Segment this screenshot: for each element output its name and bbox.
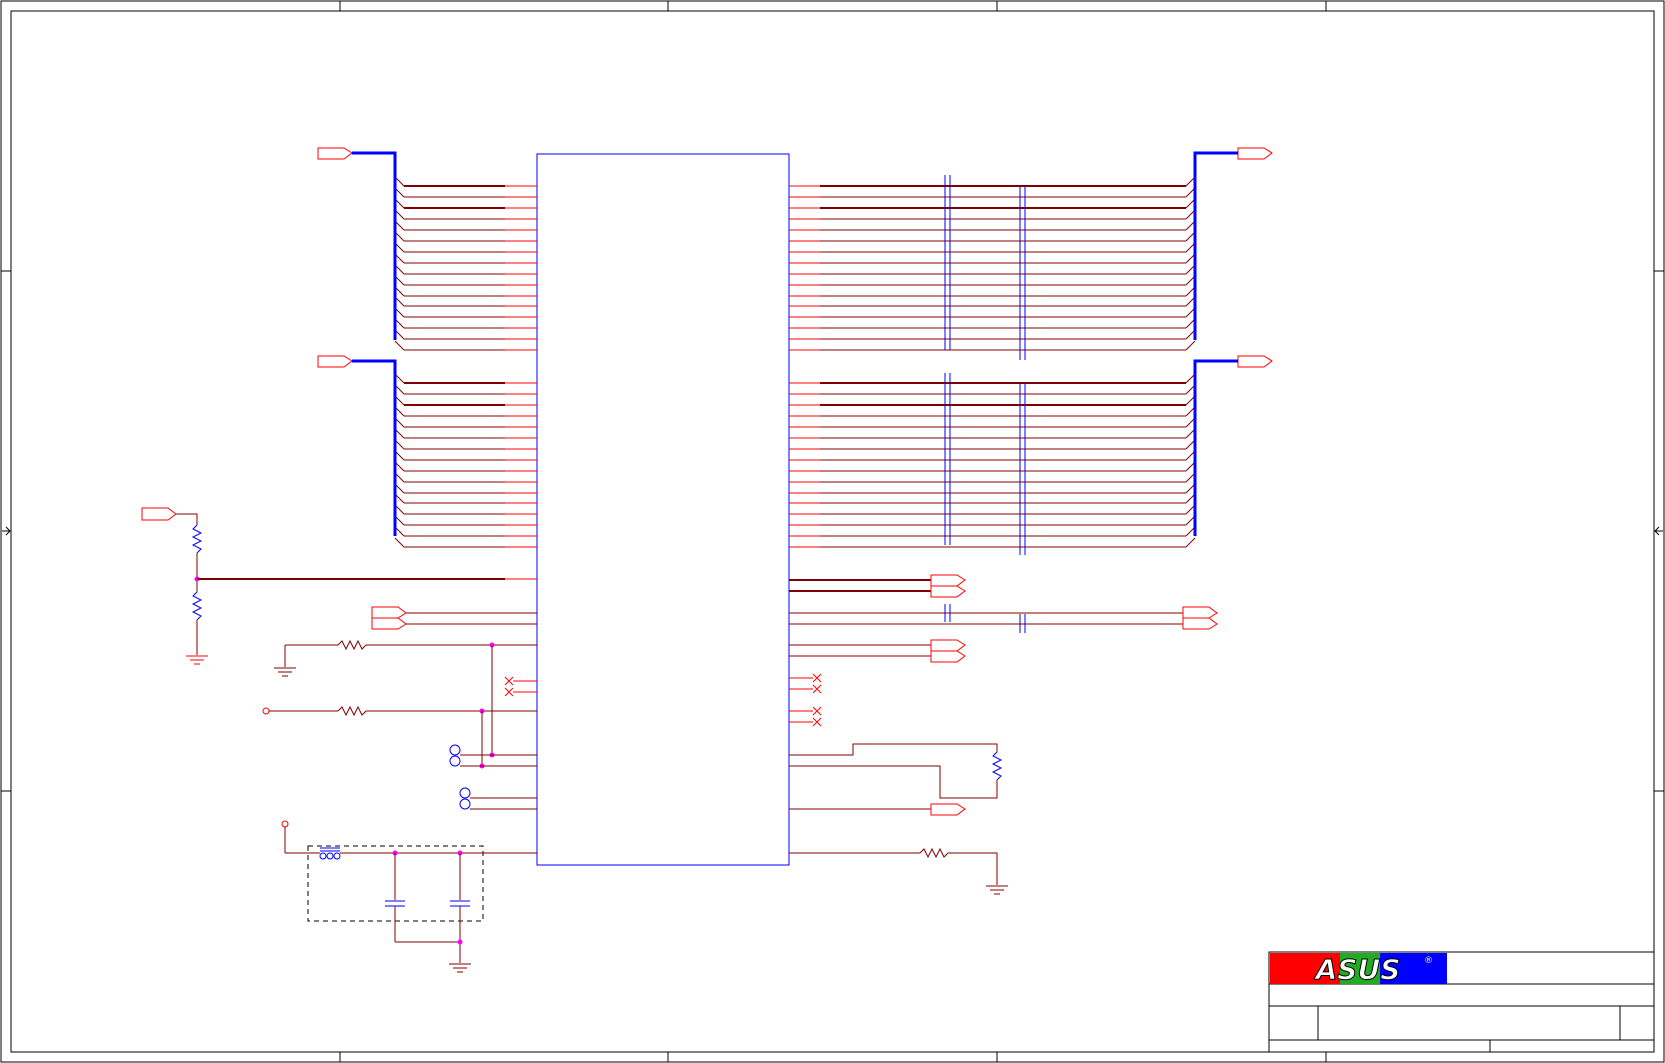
left-bus-bottom	[317, 355, 397, 536]
right-bus-bottom-port	[1237, 355, 1273, 368]
main-ic-body	[536, 153, 790, 866]
zone-arrow-right	[1654, 526, 1663, 536]
ground-icon	[186, 655, 208, 665]
pulldown-resistor-icon	[919, 847, 949, 859]
left-bus-bottom-port	[317, 355, 353, 368]
right-bus-top	[1193, 147, 1273, 340]
bias-resistor-2	[337, 705, 367, 717]
asus-logo: ASUS ®	[1270, 953, 1447, 987]
bias-resistor-1	[337, 639, 367, 651]
left-bus-entry	[394, 340, 405, 351]
right-bus-entry	[1185, 340, 1196, 351]
test-point-icon	[449, 755, 461, 767]
title-block: ASUS ®	[1268, 951, 1655, 1053]
test-point-icon	[449, 744, 461, 756]
ground-icon	[449, 963, 471, 973]
left-bus-top-port	[317, 147, 353, 160]
schematic-sheet: ASUS ®	[0, 0, 1665, 1063]
right-signal-outputs	[789, 574, 1218, 727]
right-bus-entry	[1185, 537, 1196, 548]
zone-arrow-left	[2, 526, 11, 536]
termination-resistor-icon	[991, 751, 1003, 781]
voltage-divider	[141, 507, 537, 665]
termination-network	[789, 743, 1008, 895]
ferrite-bead-icon	[319, 847, 341, 860]
right-pin-wires	[789, 176, 1196, 548]
test-point-icon	[459, 787, 471, 799]
sheet-border	[0, 0, 1665, 1063]
ground-icon	[274, 667, 296, 677]
ac-coupling-capacitors	[944, 175, 1026, 555]
divider-resistor-top	[191, 524, 203, 554]
divider-resistor-bottom	[191, 591, 203, 621]
left-bus-top	[317, 147, 397, 340]
asus-logo-text: ASUS	[1314, 953, 1401, 986]
right-bus-bottom	[1193, 355, 1273, 536]
divider-port	[141, 507, 177, 521]
power-filter	[281, 820, 537, 973]
asus-logo-registered: ®	[1424, 956, 1433, 966]
ground-icon	[986, 885, 1008, 895]
right-bus-top-port	[1237, 147, 1273, 160]
left-pin-wires	[394, 176, 537, 548]
left-bus-entry	[394, 537, 405, 548]
test-point-icon	[459, 798, 471, 810]
bias-resistors	[262, 639, 537, 810]
diff-input-ports	[371, 606, 537, 630]
